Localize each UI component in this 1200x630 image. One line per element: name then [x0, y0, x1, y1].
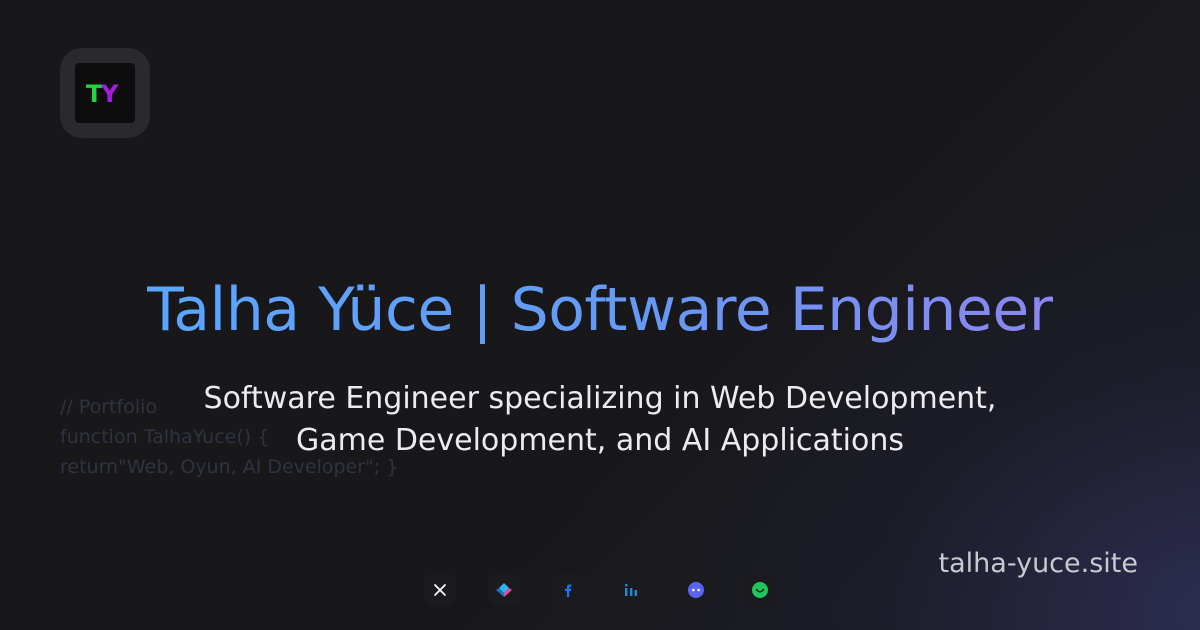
discord-icon [688, 582, 704, 598]
logo-mark: T Y [86, 80, 119, 108]
facebook-icon [565, 584, 572, 597]
subtitle-line: Game Development, and AI Applications [295, 423, 904, 458]
site-url[interactable]: talha-yuce.site [939, 544, 1138, 584]
logo-letter-y: Y [100, 80, 119, 108]
x-icon [434, 584, 446, 596]
page-title-text: Talha Yüce | Software Engineer [147, 275, 1053, 345]
og-card: T Y Talha Yüce | Software Engineer // Po… [0, 0, 1200, 630]
social-link-smile[interactable] [744, 574, 776, 606]
subtitle-line: Software Engineer specializing in Web De… [203, 381, 997, 416]
social-link-facebook[interactable] [552, 574, 584, 606]
smile-icon [752, 582, 768, 598]
social-link-dart[interactable] [488, 574, 520, 606]
page-title: Talha Yüce | Software Engineer [0, 270, 1200, 350]
subtitle: Software Engineer specializing in Web De… [0, 378, 1200, 462]
social-link-linkedin[interactable] [616, 574, 648, 606]
logo: T Y [60, 48, 150, 138]
social-link-discord[interactable] [680, 574, 712, 606]
linkedin-icon [625, 584, 637, 596]
dart-icon [496, 583, 512, 597]
social-link-x[interactable] [424, 574, 456, 606]
social-links [424, 574, 776, 606]
logo-badge: T Y [75, 63, 135, 123]
